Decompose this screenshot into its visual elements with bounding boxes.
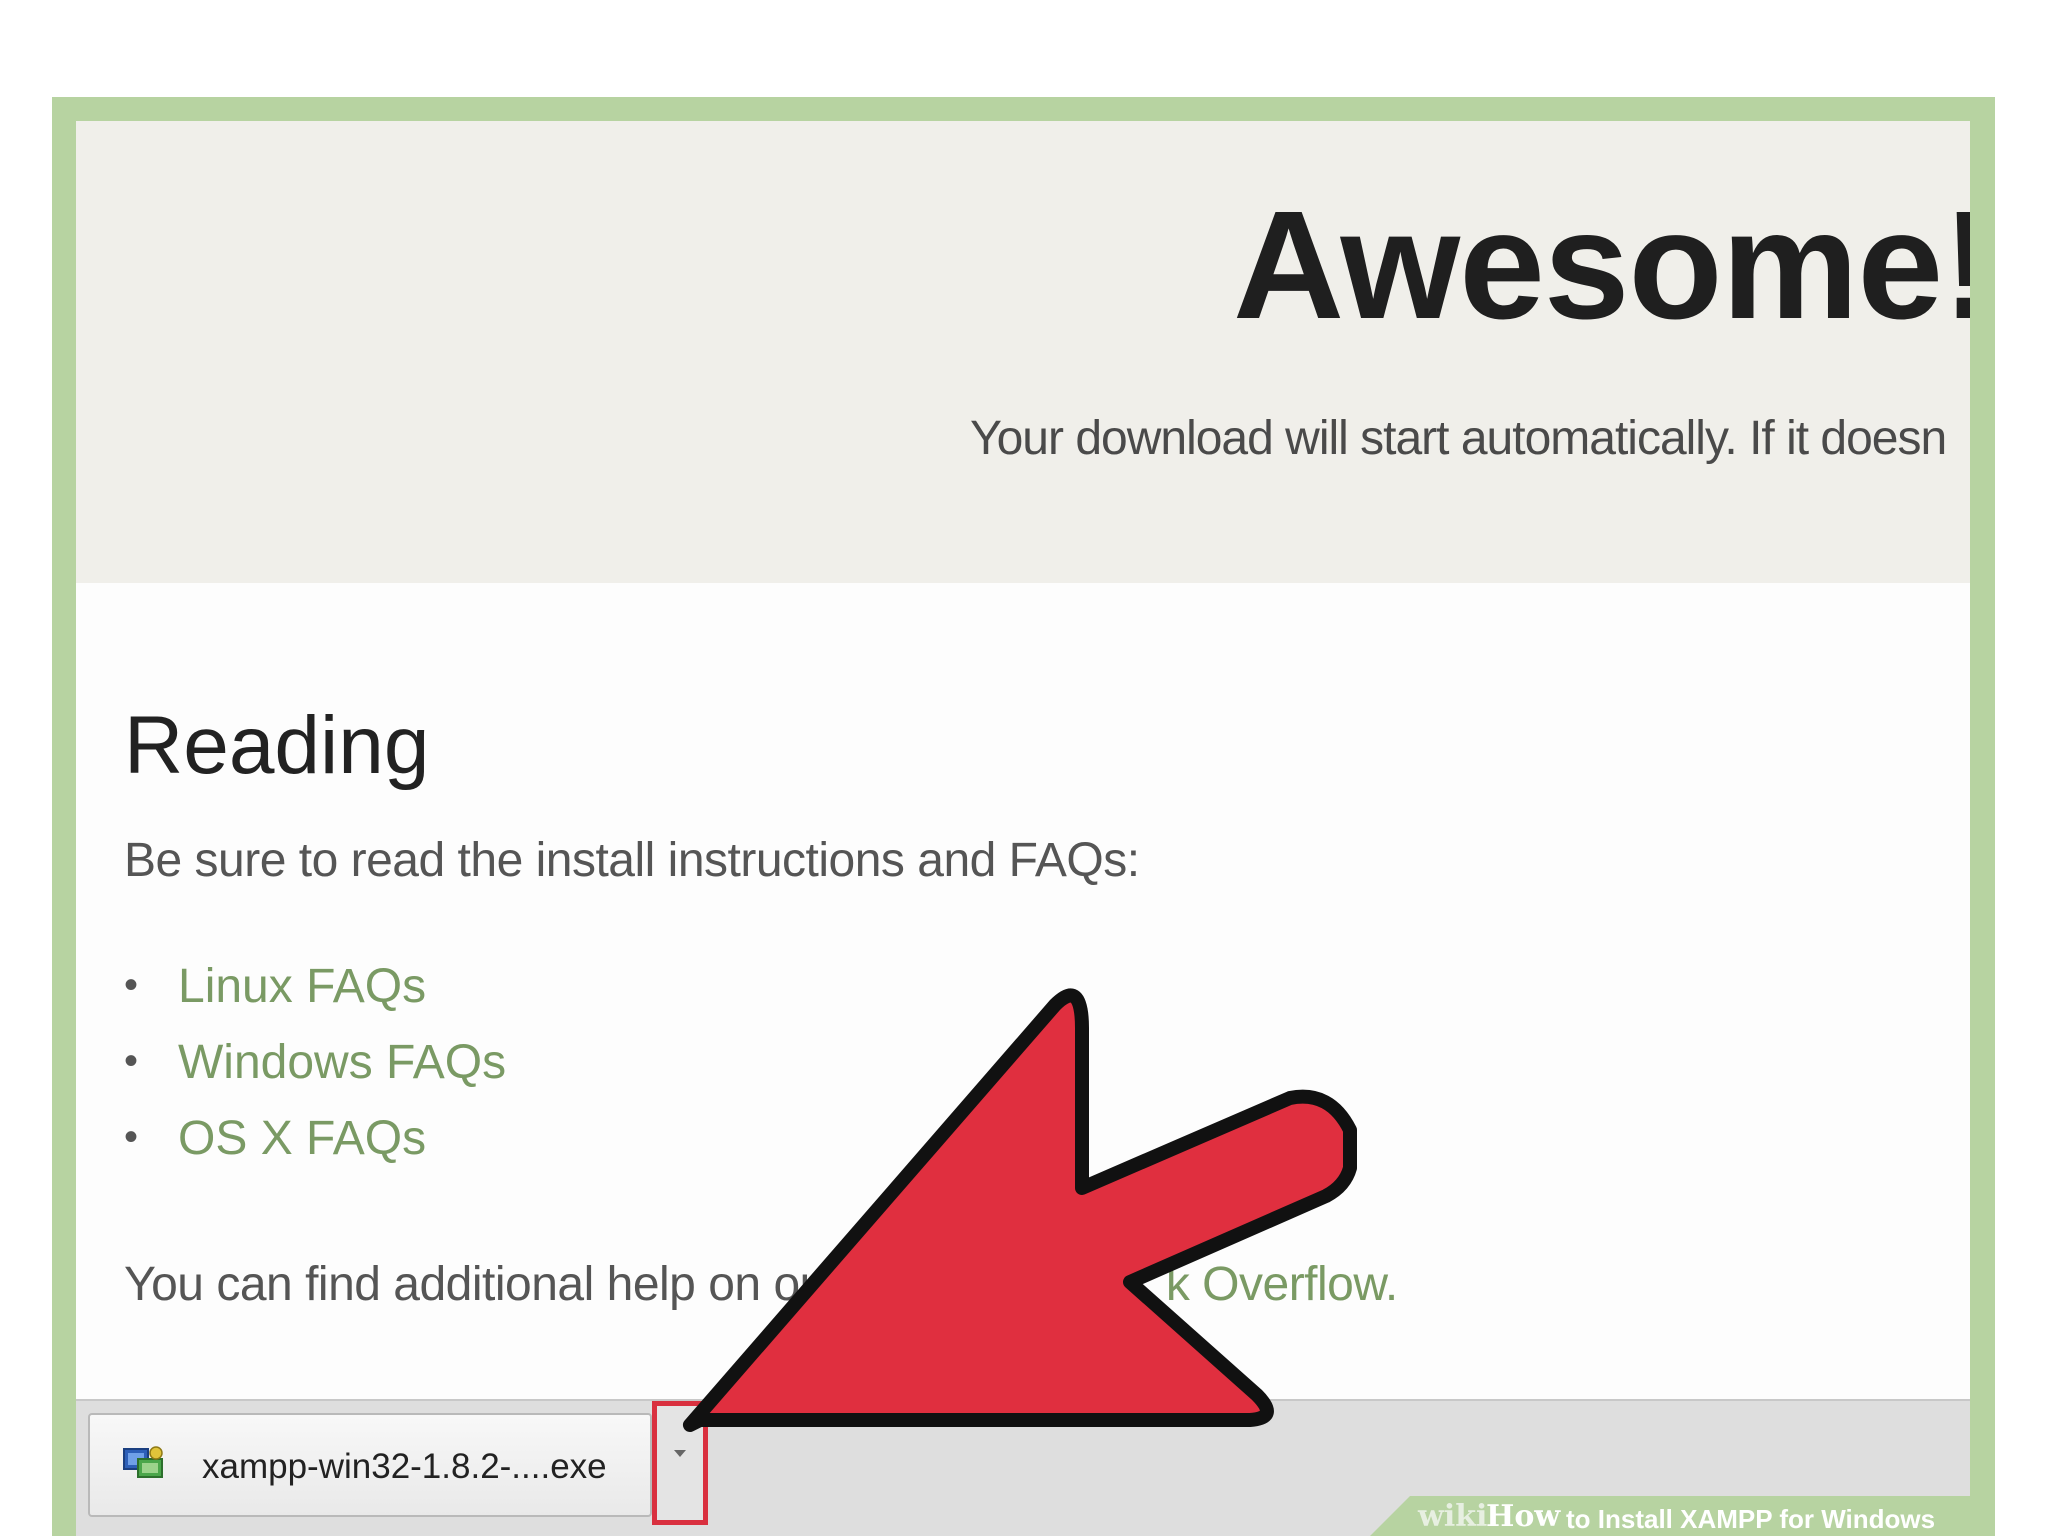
chevron-down-icon <box>674 1450 686 1457</box>
help-prefix: You can find additional help on ou <box>124 1258 826 1311</box>
linux-faqs-link[interactable]: Linux FAQs <box>178 960 426 1013</box>
bullet-icon: • <box>124 1115 139 1159</box>
hero-banner: Awesome! Your download will start automa… <box>76 121 1970 583</box>
bullet-icon: • <box>124 963 139 1007</box>
download-notice: Your download will start automatically. … <box>970 412 1947 465</box>
list-item: • Linux FAQs <box>124 959 506 1035</box>
osx-faqs-link[interactable]: OS X FAQs <box>178 1112 426 1165</box>
bullet-icon: • <box>124 1039 139 1083</box>
list-item: • OS X FAQs <box>124 1111 506 1187</box>
reading-intro: Be sure to read the install instructions… <box>124 834 1140 887</box>
faq-list: • Linux FAQs • Windows FAQs • OS X FAQs <box>124 959 506 1187</box>
screenshot-frame: Awesome! Your download will start automa… <box>52 97 1995 1536</box>
watermark-wiki: wiki <box>1418 1499 1488 1534</box>
stack-overflow-link[interactable]: k Overflow. <box>1166 1258 1398 1311</box>
windows-faqs-link[interactable]: Windows FAQs <box>178 1036 506 1089</box>
download-file-name: xampp-win32-1.8.2-....exe <box>202 1447 607 1486</box>
watermark-title: to Install XAMPP for Windows <box>1566 1504 1936 1534</box>
list-item: • Windows FAQs <box>124 1035 506 1111</box>
reading-heading: Reading <box>124 700 430 791</box>
download-menu-button[interactable] <box>652 1401 708 1525</box>
watermark-how: How <box>1486 1499 1561 1534</box>
installer-icon <box>123 1446 163 1478</box>
help-text: You can find additional help on ou k Over… <box>124 1257 1398 1312</box>
wikihow-watermark: wiki How to Install XAMPP for Windows <box>1370 1496 1995 1536</box>
page-title: Awesome! <box>1233 179 1970 351</box>
browser-page: Awesome! Your download will start automa… <box>76 121 1970 1536</box>
download-item[interactable]: xampp-win32-1.8.2-....exe <box>88 1413 652 1517</box>
